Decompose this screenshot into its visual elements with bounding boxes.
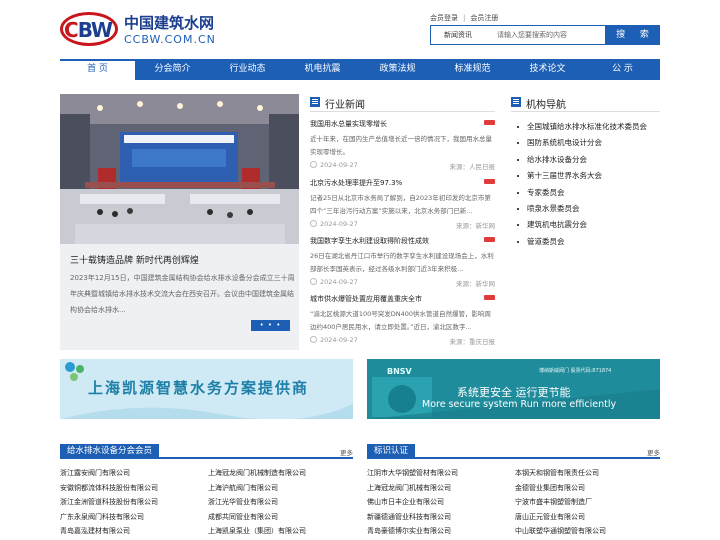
search-button[interactable]: 搜 索 <box>605 25 660 45</box>
hot-badge-icon <box>484 295 495 300</box>
nav-papers[interactable]: 技术论文 <box>510 59 585 80</box>
org-link[interactable]: 全国城镇给水排水标准化技术委员会 <box>511 119 647 135</box>
brand-link[interactable]: 新疆德通管业科技有限公司 <box>367 510 515 525</box>
site-header: CBW 中国建筑水网 CCBW.COM.CN 会员登录|会员注册 新闻资讯 搜 … <box>0 0 720 58</box>
member-link[interactable]: 浙江光华管业有限公司 <box>208 495 353 510</box>
news-date: 2024-09-27 <box>310 336 358 344</box>
member-link[interactable]: 浙江露安阀门有限公司 <box>60 466 208 481</box>
industry-news: 行业新闻 我国用水总量实现零增长 近十年来，在国内生产总值增长近一倍的情况下，我… <box>310 94 495 350</box>
news-date: 2024-09-27 <box>310 220 358 228</box>
org-heading: 机构导航 <box>511 94 660 112</box>
hot-badge-icon <box>484 120 495 125</box>
org-link[interactable]: 管道委员会 <box>511 234 647 250</box>
news-date: 2024-09-27 <box>310 161 358 169</box>
org-list: 全国城镇给水排水标准化技术委员会 国防系统机电设计分会 给水排水设备分会 第十三… <box>511 119 647 250</box>
news-item[interactable]: 北京污水处理率提升至97.3% 记者25日从北京市水务局了解到，自2023年初印… <box>310 178 495 230</box>
news-source: 来源：新华网 <box>456 222 495 230</box>
news-source: 来源：人民日报 <box>449 163 496 171</box>
feature-story: 三十载铸造品牌 新时代再创辉煌 2023年12月15日，中国建筑金属结构协会给水… <box>60 94 299 350</box>
member-links: 会员登录 | 会员注册 <box>430 14 499 22</box>
news-item[interactable]: 我国用水总量实现零增长 近十年来，在国内生产总值增长近一倍的情况下，我国用水总量… <box>310 119 495 171</box>
member-link[interactable]: 安徽铜都流体科技股份有限公司 <box>60 481 208 496</box>
nav-seismic[interactable]: 机电抗震 <box>285 59 360 80</box>
news-source: 来源：重庆日报 <box>449 338 496 346</box>
search-input[interactable] <box>491 26 606 44</box>
nav-policy[interactable]: 政策法规 <box>360 59 435 80</box>
search-bar: 新闻资讯 搜 索 <box>430 25 660 45</box>
org-link[interactable]: 第十三届世界水务大会 <box>511 168 647 184</box>
search-category-select[interactable]: 新闻资讯 <box>431 26 491 44</box>
brand-link[interactable]: 宁波市盛丰钢塑管制造厂 <box>515 495 660 510</box>
brand-link[interactable]: 佛山市日丰企业有限公司 <box>367 495 515 510</box>
logo-chinese-name: 中国建筑水网 <box>124 14 215 32</box>
feature-title[interactable]: 三十载铸造品牌 新时代再创辉煌 <box>70 253 199 266</box>
member-link[interactable]: 广东永泉阀门科技有限公司 <box>60 510 208 525</box>
hot-badge-icon <box>484 237 495 242</box>
member-link[interactable]: 上海冠龙阀门机械制造有限公司 <box>208 466 353 481</box>
news-date: 2024-09-27 <box>310 278 358 286</box>
list-icon <box>310 97 320 107</box>
brand-link[interactable]: 唐山正元管业有限公司 <box>515 510 660 525</box>
news-source: 来源：新华网 <box>456 280 495 288</box>
org-link[interactable]: 给水排水设备分会 <box>511 152 647 168</box>
brand-link[interactable]: 本钢天和钢管有限责任公司 <box>515 466 660 481</box>
org-link[interactable]: 建筑机电抗震分会 <box>511 217 647 233</box>
member-link[interactable]: 上海沪航阀门有限公司 <box>208 481 353 496</box>
logo-domain: CCBW.COM.CN <box>124 33 216 46</box>
brand-link[interactable]: 江阴市大华钢塑管材有限公司 <box>367 466 515 481</box>
member-companies: 给水排水设备分会会员 更多 浙江露安阀门有限公司 上海冠龙阀门机械制造有限公司 … <box>60 444 353 540</box>
bnsv-ad-banner[interactable]: BNSV 博纳斯威阀门 股票代码:871874 系统更安全 运行更节能 More… <box>367 359 660 419</box>
hot-badge-icon <box>484 179 495 184</box>
feature-more-button[interactable]: • • • <box>251 320 290 331</box>
member-link[interactable]: 成都共同管业有限公司 <box>208 510 353 525</box>
nav-standards[interactable]: 标准规范 <box>435 59 510 80</box>
main-nav: 首 页 分会简介 行业动态 机电抗震 政策法规 标准规范 技术论文 公 示 <box>60 59 660 80</box>
nav-notice[interactable]: 公 示 <box>585 59 660 80</box>
news-heading: 行业新闻 <box>310 94 495 112</box>
brand-link[interactable]: 青岛豪德博尔实业有限公司 <box>367 524 515 539</box>
member-link[interactable]: 浙江金洲管道科技股份有限公司 <box>60 495 208 510</box>
certified-brands: 标识认证 更多 江阴市大华钢塑管材有限公司 本钢天和钢管有限责任公司 上海冠龙阀… <box>367 444 660 540</box>
member-more-link[interactable]: 更多 <box>340 447 353 457</box>
nav-industry-news[interactable]: 行业动态 <box>210 59 285 80</box>
org-link[interactable]: 喷泉水景委员会 <box>511 201 647 217</box>
org-link[interactable]: 专家委员会 <box>511 185 647 201</box>
brand-link[interactable]: 中山联塑华通钢塑管有限公司 <box>515 524 660 539</box>
bnsv-logo: BNSV <box>387 367 412 376</box>
brand-list: 江阴市大华钢塑管材有限公司 本钢天和钢管有限责任公司 上海冠龙阀门机械有限公司 … <box>367 466 660 539</box>
brand-link[interactable]: 金德管业集团有限公司 <box>515 481 660 496</box>
feature-photo[interactable] <box>60 94 299 244</box>
list-icon <box>511 97 521 107</box>
nav-home[interactable]: 首 页 <box>60 59 135 80</box>
logo-mark: CBW <box>64 18 113 42</box>
org-navigation: 机构导航 全国城镇给水排水标准化技术委员会 国防系统机电设计分会 给水排水设备分… <box>511 94 660 350</box>
member-login-link[interactable]: 会员登录 <box>430 14 458 22</box>
nav-about[interactable]: 分会简介 <box>135 59 210 80</box>
news-item[interactable]: 我国数字孪生水利建设取得阶段性成效 26日在湖北省丹江口市举行的数字孪生水利建设… <box>310 236 495 288</box>
member-link[interactable]: 青岛嘉泓建材有限公司 <box>60 524 208 539</box>
kaiyuan-ad-banner[interactable]: 上海凯源智慧水务方案提供商 <box>60 359 353 419</box>
member-list: 浙江露安阀门有限公司 上海冠龙阀门机械制造有限公司 安徽铜都流体科技股份有限公司… <box>60 466 353 539</box>
news-item[interactable]: 城市供水爆管处置应用覆盖重庆全市 “渝北区桃源大道100号突发DN400供水管道… <box>310 294 495 346</box>
brand-tab[interactable]: 标识认证 <box>367 444 416 459</box>
brand-link[interactable]: 上海冠龙阀门机械有限公司 <box>367 481 515 496</box>
member-tab[interactable]: 给水排水设备分会会员 <box>60 444 160 459</box>
conference-photo <box>60 94 299 244</box>
feature-summary: 2023年12月15日，中国建筑金属结构协会给水排水设备分会成立三十周年庆典暨城… <box>70 274 295 314</box>
member-register-link[interactable]: 会员注册 <box>470 14 498 22</box>
brand-more-link[interactable]: 更多 <box>647 447 660 457</box>
org-link[interactable]: 国防系统机电设计分会 <box>511 135 647 151</box>
site-logo[interactable]: CBW 中国建筑水网 CCBW.COM.CN <box>60 10 230 50</box>
member-link[interactable]: 上海凯泉泵业（集团）有限公司 <box>208 524 353 539</box>
